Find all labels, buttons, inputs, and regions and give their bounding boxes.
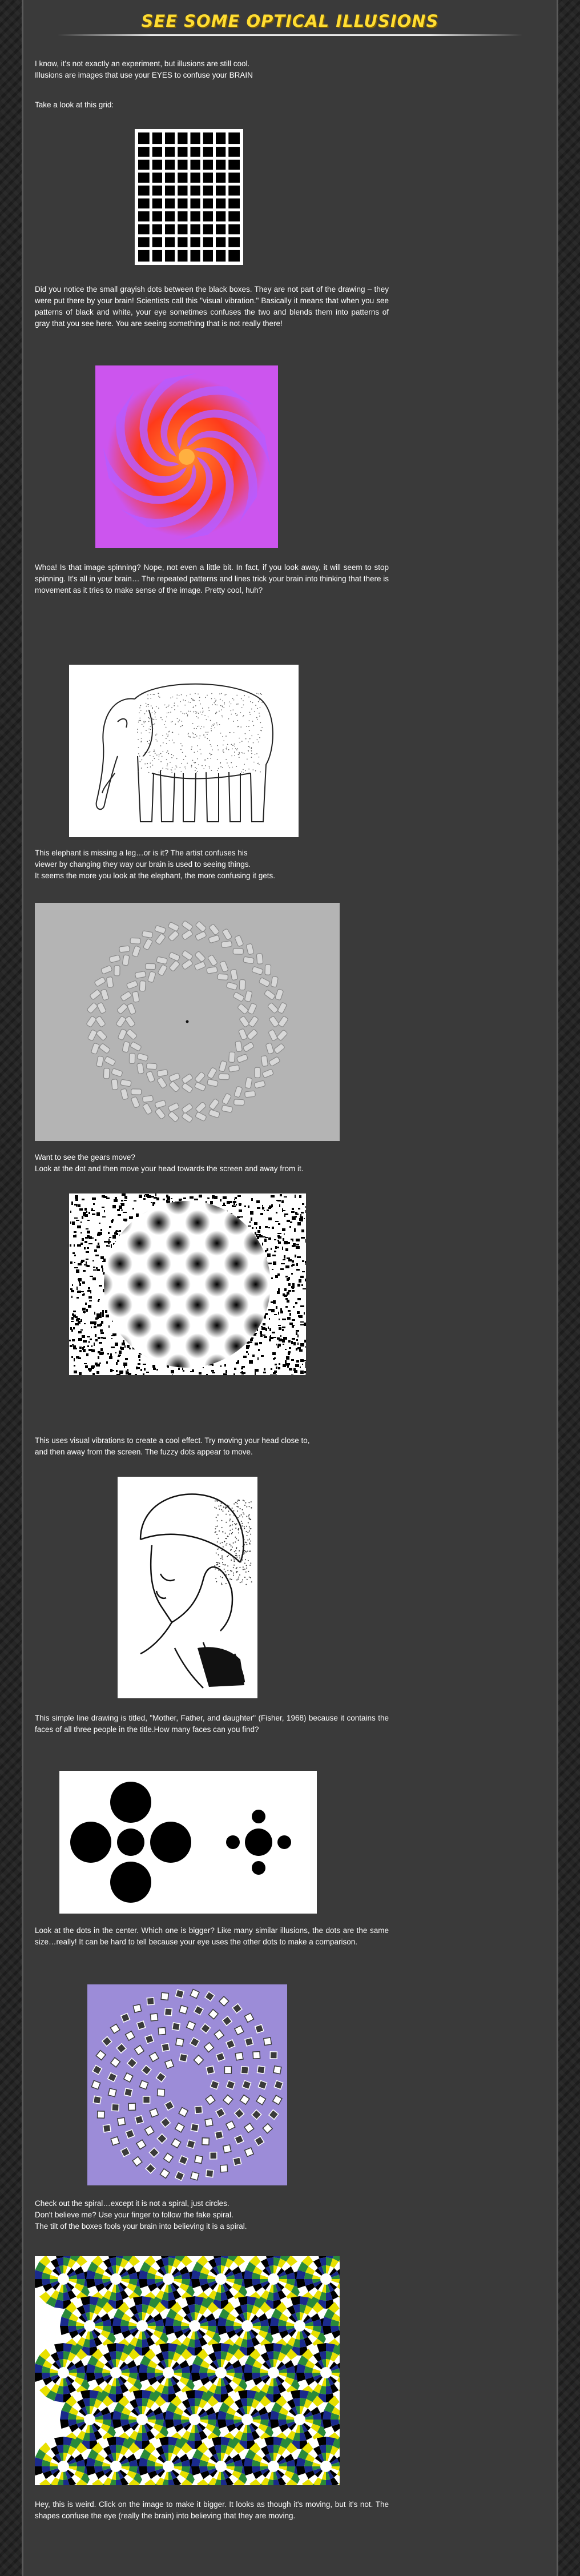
caption-line: This uses visual vibrations to create a … xyxy=(35,1436,310,1445)
fuzzy-dots-illusion-image[interactable] xyxy=(69,1193,306,1375)
caption-line: Look at the dots in the center. Which on… xyxy=(35,1926,389,1946)
page-header: SEE SOME OPTICAL ILLUSIONS xyxy=(23,0,557,40)
gears-caption: Want to see the gears move? Look at the … xyxy=(35,1152,389,1175)
dot-size-illusion-image[interactable] xyxy=(59,1771,317,1914)
fuzzy-caption: This uses visual vibrations to create a … xyxy=(35,1435,389,1458)
caption-line: This simple line drawing is titled, "Mot… xyxy=(35,1714,389,1734)
swirl-graphic xyxy=(95,365,278,548)
caption-line: Check out the spiral…except it is not a … xyxy=(35,2199,229,2208)
elephant-caption: This elephant is missing a leg…or is it?… xyxy=(35,847,389,882)
grid-lines xyxy=(138,132,240,262)
caption-line: and then away from the screen. The fuzzy… xyxy=(35,1448,253,1456)
caption-line: Don't believe me? Use your finger to fol… xyxy=(35,2211,233,2219)
spin-caption: Whoa! Is that image spinning? Nope, not … xyxy=(35,562,389,596)
caption-line: Whoa! Is that image spinning? Nope, not … xyxy=(35,563,389,594)
moving-gears-illusion-image[interactable] xyxy=(35,903,340,1141)
caption-line: Did you notice the small grayish dots be… xyxy=(35,285,389,328)
content-panel: SEE SOME OPTICAL ILLUSIONS I know, it's … xyxy=(22,0,558,2576)
gears-graphic xyxy=(86,921,288,1123)
intro-line: Illusions are images that use your EYES … xyxy=(35,71,253,79)
false-spiral-illusion-image[interactable] xyxy=(87,1984,287,2185)
snakes-caption: Hey, this is weird. Click on the image t… xyxy=(35,2499,389,2522)
elephant-drawing xyxy=(95,683,273,822)
intro-text: I know, it's not exactly an experiment, … xyxy=(35,58,389,81)
fuzzy-dots-graphic xyxy=(69,1193,306,1375)
caption-line: It seems the more you look at the elepha… xyxy=(35,871,275,880)
caption-line: The tilt of the boxes fools your brain i… xyxy=(35,2222,247,2231)
hidden-faces-drawing-image[interactable] xyxy=(118,1477,257,1698)
elephant-legs-illusion-image[interactable] xyxy=(69,665,299,837)
grid-prompt: Take a look at this grid: xyxy=(35,101,114,109)
spiral-caption: Check out the spiral…except it is not a … xyxy=(35,2198,389,2232)
caption-line: Want to see the gears move? xyxy=(35,1153,135,1162)
caption-line: Look at the dot and then move your head … xyxy=(35,1164,304,1173)
rotating-snakes-graphic xyxy=(35,2256,340,2485)
page-title: SEE SOME OPTICAL ILLUSIONS xyxy=(141,11,439,31)
false-spiral-graphic xyxy=(87,1984,287,2185)
faces-drawing xyxy=(139,1493,252,1689)
caption-line: This elephant is missing a leg…or is it?… xyxy=(35,849,248,857)
title-divider xyxy=(58,34,522,36)
grid-caption: Did you notice the small grayish dots be… xyxy=(35,284,389,329)
rotating-snakes-illusion-image[interactable] xyxy=(35,2256,340,2485)
caption-line: viewer by changing they way our brain is… xyxy=(35,860,251,869)
spinning-swirl-illusion-image[interactable] xyxy=(95,365,278,548)
dot-caption: Look at the dots in the center. Which on… xyxy=(35,1925,389,1948)
intro-line: I know, it's not exactly an experiment, … xyxy=(35,59,250,68)
faces-caption: This simple line drawing is titled, "Mot… xyxy=(35,1713,389,1735)
caption-line: Hey, this is weird. Click on the image t… xyxy=(35,2500,389,2520)
black-grid-illusion-image[interactable] xyxy=(135,129,243,265)
dot-size-graphic xyxy=(70,1782,291,1903)
